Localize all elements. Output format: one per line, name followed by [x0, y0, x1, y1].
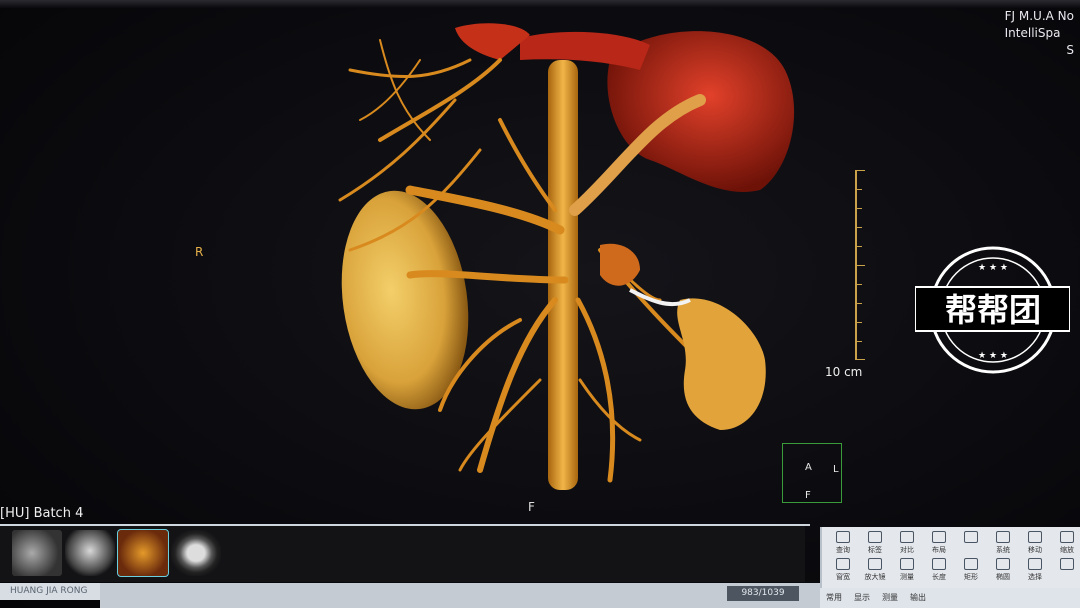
tool-label: 标签 [868, 546, 882, 554]
orientation-cube[interactable]: A L F [782, 443, 842, 503]
tool-label: 矩形 [964, 573, 978, 581]
query-icon [836, 531, 850, 543]
tool-label: 长度 [932, 573, 946, 581]
tab-common[interactable]: 常用 [826, 592, 842, 603]
window-icon [836, 558, 850, 570]
tab-display[interactable]: 显示 [854, 592, 870, 603]
blank-icon [964, 531, 978, 543]
thumbnail-1[interactable] [12, 530, 62, 576]
tool-button-1[interactable]: 标签 [858, 531, 892, 557]
viewer-screen: FJ M.U.A No IntelliSpa S R F 10 cm A L F… [0, 0, 1080, 608]
tab-output[interactable]: 输出 [910, 592, 926, 603]
aorta [548, 60, 578, 490]
thumbnail-2[interactable] [65, 530, 115, 576]
status-bar [100, 583, 820, 608]
scale-label: 10 cm [825, 365, 863, 379]
tool-button-13[interactable]: 椭圆 [986, 558, 1020, 584]
tool-button-5[interactable]: 系统 [986, 531, 1020, 557]
series-label: [HU] Batch 4 [0, 506, 84, 521]
tool-button-0[interactable]: 查询 [826, 531, 860, 557]
tool-button-2[interactable]: 对比 [890, 531, 924, 557]
tool-label: 系统 [996, 546, 1010, 554]
select-icon [1028, 558, 1042, 570]
svg-text:★ ★ ★: ★ ★ ★ [978, 351, 1008, 361]
orientation-right-label: R [195, 245, 204, 259]
length-icon [932, 558, 946, 570]
tool-label: 测量 [900, 573, 914, 581]
kidney [341, 190, 469, 410]
tab-measure[interactable]: 测量 [882, 592, 898, 603]
tool-button-3[interactable]: 布局 [922, 531, 956, 557]
tool-label: 查询 [836, 546, 850, 554]
tool-button-6[interactable]: 移动 [1018, 531, 1052, 557]
watermark-logo: 帮帮团 ★ ★ ★ ★ ★ ★ [915, 246, 1070, 374]
tool-label: 缩放 [1060, 546, 1074, 554]
tool-label: 放大镜 [864, 573, 886, 581]
tag-icon [868, 531, 882, 543]
zoom-icon [1060, 531, 1074, 543]
tool-label: 窗宽 [836, 573, 850, 581]
cube-label-feet: F [805, 490, 811, 501]
cube-label-anterior: A [805, 462, 812, 473]
tool-button-4[interactable] [954, 531, 988, 557]
tool-button-10[interactable]: 测量 [890, 558, 924, 584]
tool-label: 椭圆 [996, 573, 1010, 581]
blank-icon [1060, 558, 1074, 570]
cube-label-left: L [833, 464, 839, 475]
tool-tabs: 常用 显示 测量 输出 [820, 588, 1080, 608]
rectangle-icon [964, 558, 978, 570]
system-icon [996, 531, 1010, 543]
orientation-feet-label: F [528, 500, 535, 514]
watermark-text: 帮帮团 [945, 291, 1041, 329]
measure-icon [900, 558, 914, 570]
layout-icon [932, 531, 946, 543]
image-counter: 983/1039 [727, 586, 799, 601]
compare-icon [900, 531, 914, 543]
thumbnail-4[interactable] [171, 530, 221, 576]
tool-label: 移动 [1028, 546, 1042, 554]
thumbnail-3-selected[interactable] [117, 529, 169, 577]
tool-label: 选择 [1028, 573, 1042, 581]
tool-button-7[interactable]: 缩放 [1050, 531, 1080, 557]
move-icon [1028, 531, 1042, 543]
tool-button-9[interactable]: 放大镜 [858, 558, 892, 584]
ellipse-icon [996, 558, 1010, 570]
tool-button-12[interactable]: 矩形 [954, 558, 988, 584]
tool-button-8[interactable]: 窗宽 [826, 558, 860, 584]
tool-button-11[interactable]: 长度 [922, 558, 956, 584]
tool-label: 对比 [900, 546, 914, 554]
organ-right-mass [677, 298, 766, 430]
magnifier-icon [868, 558, 882, 570]
tool-label: 布局 [932, 546, 946, 554]
svg-text:★ ★ ★: ★ ★ ★ [978, 263, 1008, 273]
patient-name: HUANG JIA RONG [0, 583, 110, 600]
tool-button-14[interactable]: 选择 [1018, 558, 1052, 584]
scale-bar [855, 170, 867, 360]
tool-button-15[interactable] [1050, 558, 1080, 584]
